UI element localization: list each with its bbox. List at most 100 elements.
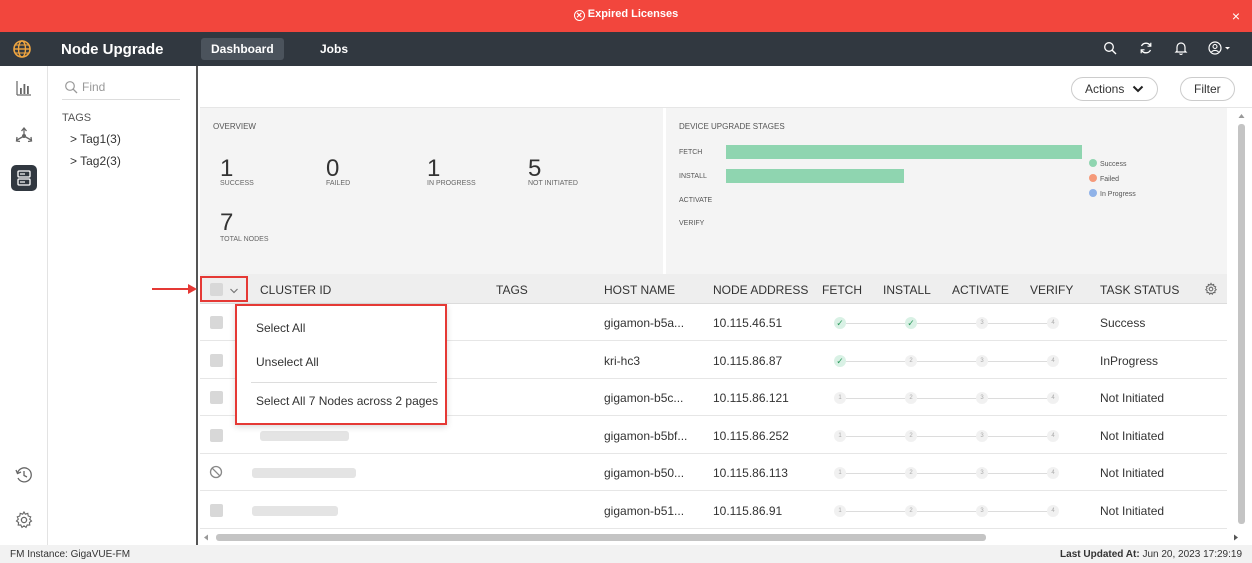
redacted-cluster-id [252, 468, 356, 478]
col-task-status[interactable]: TASK STATUS [1100, 283, 1179, 297]
legend-success: Success [1089, 159, 1126, 168]
column-settings-icon[interactable] [1204, 282, 1218, 299]
step-connector [988, 323, 1047, 324]
step-pending-number: 4 [1047, 504, 1059, 517]
node-address-cell: 10.115.86.252 [713, 428, 789, 443]
row-checkbox[interactable] [210, 391, 223, 404]
row-checkbox[interactable] [210, 428, 223, 442]
col-fetch[interactable]: FETCH [822, 283, 862, 297]
stages-heading: DEVICE UPGRADE STAGES [679, 122, 785, 131]
actions-bar: Actions Filter [200, 66, 1252, 108]
stage-label-activate: ACTIVATE [679, 197, 713, 204]
step-connector [917, 360, 976, 362]
find-input[interactable]: Find [62, 78, 180, 100]
scroll-up-icon[interactable] [1237, 112, 1246, 120]
legend-dot-success [1089, 159, 1097, 167]
overview-panel: OVERVIEW 1 SUCCESS 0 FAILED 1 IN PROGRES… [200, 108, 663, 274]
actions-button[interactable]: Actions [1071, 77, 1158, 101]
col-tags[interactable]: TAGS [496, 283, 528, 297]
globe-logo-icon[interactable] [12, 39, 32, 62]
tags-pane: Find TAGS > Tag1(3) > Tag2(3) [48, 66, 198, 545]
header-select-checkbox[interactable] [210, 283, 223, 296]
search-icon[interactable] [1103, 41, 1117, 58]
col-host-name[interactable]: HOST NAME [604, 283, 675, 297]
col-node-address[interactable]: NODE ADDRESS [713, 283, 808, 297]
col-activate[interactable]: ACTIVATE [952, 283, 1009, 297]
row-checkbox[interactable] [210, 503, 223, 517]
bell-icon[interactable] [1174, 41, 1188, 58]
table-header: CLUSTER ID TAGS HOST NAME NODE ADDRESS F… [200, 274, 1227, 304]
tag-item-tag2[interactable]: > Tag2(3) [70, 154, 121, 168]
host-name-cell: gigamon-b5bf... [604, 428, 688, 443]
step-pending-number: 1 [834, 504, 846, 517]
scroll-left-icon[interactable] [202, 533, 210, 542]
task-status-cell: Not Initiated [1100, 428, 1165, 443]
banner-close-button[interactable]: × [1232, 8, 1240, 24]
menu-item-select-all-nodes[interactable]: Select All 7 Nodes across 2 pages [256, 394, 438, 408]
tag-item-tag1[interactable]: > Tag1(3) [70, 132, 121, 146]
vertical-scrollbar-thumb[interactable] [1238, 124, 1245, 524]
vertical-scrollbar[interactable] [1237, 112, 1246, 526]
step-pending-number: 4 [1047, 354, 1059, 367]
step-connector [846, 323, 905, 324]
filter-button[interactable]: Filter [1180, 77, 1235, 101]
horizontal-scrollbar-thumb[interactable] [216, 534, 986, 541]
user-icon[interactable] [1208, 41, 1232, 58]
success-label: SUCCESS [220, 180, 254, 187]
server-icon[interactable] [11, 165, 37, 191]
chevron-down-icon[interactable] [229, 287, 239, 295]
scroll-right-icon[interactable] [1232, 533, 1240, 542]
not-initiated-label: NOT INITIATED [528, 180, 578, 187]
refresh-icon[interactable] [1139, 41, 1153, 58]
red-arrow-annotation [152, 284, 197, 294]
step-connector [917, 435, 976, 437]
task-status-cell: InProgress [1100, 353, 1159, 368]
step-connector [917, 510, 976, 512]
header-select-control[interactable] [200, 276, 248, 302]
col-install[interactable]: INSTALL [883, 283, 931, 297]
host-name-cell: kri-hc3 [604, 353, 641, 368]
menu-item-select-all[interactable]: Select All [256, 321, 305, 335]
settings-icon[interactable] [14, 510, 34, 530]
task-status-cell: Success [1100, 316, 1146, 330]
host-name-cell: gigamon-b50... [604, 466, 685, 480]
table-row[interactable]: gigamon-b50... 10.115.86.113 1 2 3 4 Not Initi… [200, 454, 1227, 491]
total-nodes-count: 7 [220, 209, 234, 236]
stage-label-install: INSTALL [679, 173, 707, 180]
step-connector [846, 473, 905, 474]
step-connector [917, 473, 976, 474]
step-pending-number: 3 [976, 504, 988, 517]
topology-icon[interactable] [14, 126, 34, 146]
row-checkbox[interactable] [210, 316, 223, 329]
step-connector [917, 323, 976, 324]
close-circle-icon: ✕ [573, 10, 585, 21]
menu-item-unselect-all[interactable]: Unselect All [256, 355, 319, 369]
task-status-cell: Not Initiated [1100, 466, 1165, 480]
step-connector [988, 473, 1047, 474]
status-footer: FM Instance: GigaVUE-FM Last Updated At:… [0, 545, 1252, 563]
node-address-cell: 10.115.86.91 [713, 503, 783, 518]
history-icon[interactable] [14, 465, 34, 485]
col-cluster-id[interactable]: CLUSTER ID [260, 283, 331, 297]
step-pending-number: 2 [905, 467, 917, 479]
step-pending-number: 4 [1047, 392, 1059, 404]
select-dropdown-menu: Select All Unselect All Select All 7 Nod… [235, 304, 447, 425]
step-done-check-icon: ✓ [834, 354, 846, 367]
step-pending-number: 1 [834, 429, 846, 442]
stage-label-verify: VERIFY [679, 220, 705, 227]
blocked-icon [209, 465, 223, 482]
col-verify[interactable]: VERIFY [1030, 283, 1073, 297]
last-updated: Last Updated At: Jun 20, 2023 17:29:19 [1060, 549, 1242, 560]
node-address-cell: 10.115.86.113 [713, 466, 788, 480]
horizontal-scrollbar[interactable] [200, 531, 1242, 543]
banner-text[interactable]: ✕ Expired Licenses [0, 8, 1252, 21]
tab-jobs[interactable]: Jobs [310, 38, 358, 60]
step-pending-number: 2 [905, 392, 917, 404]
stage-label-fetch: FETCH [679, 149, 703, 156]
table-row[interactable]: gigamon-b51... 10.115.86.91 1 2 3 4 Not Initia… [200, 492, 1227, 529]
tab-dashboard[interactable]: Dashboard [201, 38, 284, 60]
chart-icon[interactable] [14, 78, 34, 98]
step-connector [846, 398, 905, 399]
not-initiated-count: 5 [528, 155, 542, 182]
row-checkbox[interactable] [210, 353, 223, 367]
